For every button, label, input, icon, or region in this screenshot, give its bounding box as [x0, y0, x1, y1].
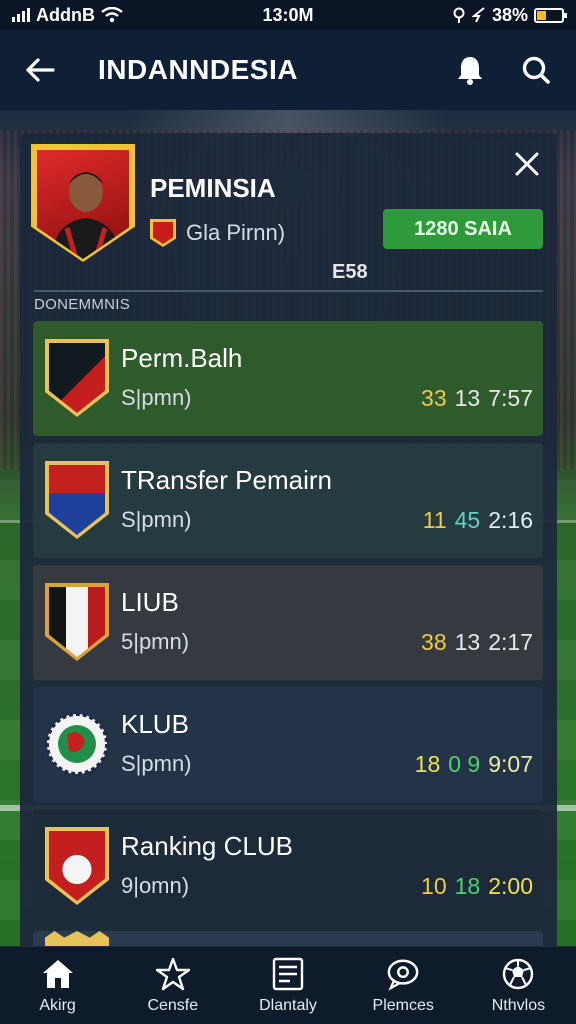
row-stats: 33 13 7:57 [421, 385, 533, 412]
club-crest-icon [45, 339, 109, 417]
stat-b: 13 [454, 629, 481, 655]
battery-percent: 38% [491, 4, 528, 25]
ball-icon [501, 957, 535, 991]
tab-home[interactable]: Akirg [0, 947, 115, 1024]
player-profile: PEMINSIA Gla Pirnn) 1280 SAIA E58 [31, 144, 543, 287]
tab-label: Akirg [39, 996, 76, 1014]
tab-label: Nthvlos [491, 996, 546, 1014]
data-arrow-icon [471, 7, 485, 23]
star-icon [155, 957, 190, 991]
row-stats: 11 45 2:16 [423, 507, 533, 534]
section-heading: DONEMMNIS [34, 296, 131, 313]
tab-star[interactable]: Censfe [115, 947, 230, 1024]
row-title: KLUB [121, 709, 189, 739]
stat-b: 45 [454, 507, 481, 533]
battery-icon [534, 7, 567, 23]
tab-label: Dlantaly [259, 996, 317, 1014]
stat-c: 9:07 [488, 751, 533, 777]
stat-a: 11 [422, 507, 447, 533]
search-button[interactable] [516, 50, 556, 90]
row-title: Perm.Balh [121, 343, 243, 373]
row-subtitle: 5|pmn) [121, 629, 190, 654]
row-subtitle: 9|omn) [121, 873, 190, 898]
row-stats: 18 0 9 9:07 [415, 751, 533, 778]
row-stats: 38 13 2:17 [421, 629, 533, 656]
search-icon [522, 56, 550, 84]
tab-card[interactable]: Dlantaly [230, 947, 345, 1024]
list-item[interactable]: LIUB 5|pmn) 38 13 2:17 [33, 565, 543, 680]
stat-c: 7:57 [488, 385, 533, 411]
stat-c: 2:17 [488, 629, 533, 655]
player-club: Gla Pirnn) [150, 219, 285, 247]
home-icon [41, 957, 75, 991]
row-subtitle: S|pmn) [121, 507, 192, 532]
arrow-left-icon [26, 58, 55, 82]
tab-chat[interactable]: Plemces [346, 947, 461, 1024]
stat-a: 18 [414, 751, 441, 777]
club-name: Gla Pirnn) [186, 220, 286, 245]
stat-b: 18 [454, 873, 481, 899]
page-title: INDANNDESIA [98, 54, 298, 85]
stat-c: 2:16 [488, 507, 533, 533]
tab-label: Censfe [147, 996, 199, 1014]
club-badge-icon [150, 219, 176, 247]
back-button[interactable] [20, 50, 60, 90]
wifi-icon [101, 7, 123, 23]
status-bar: AddnB 13:0M 38% [0, 0, 576, 30]
player-code: E58 [332, 261, 368, 283]
stat-b: 13 [454, 385, 481, 411]
list-item[interactable]: TRansfer Pemairn S|pmn) 11 45 2:16 [33, 443, 543, 558]
app-bar: INDANNDESIA [0, 30, 576, 110]
carrier-label: AddnB [36, 4, 95, 25]
chat-icon [386, 957, 420, 991]
clock: 13:0M [262, 4, 314, 25]
player-avatar [34, 147, 132, 259]
player-thumb-icon [45, 461, 109, 539]
close-icon [515, 152, 539, 176]
club-crest-icon [45, 583, 109, 661]
stat-b: 0 9 [448, 751, 481, 777]
player-name: PEMINSIA [150, 173, 276, 203]
row-title: TRansfer Pemairn [121, 465, 332, 495]
player-portrait [51, 172, 121, 259]
location-icon [453, 7, 465, 23]
stat-c: 2:00 [488, 873, 533, 899]
bottom-tab-bar: Akirg Censfe Dlantaly Plemces Nthvlos [0, 946, 576, 1024]
row-stats: 10 18 2:00 [421, 873, 533, 900]
divider [34, 290, 543, 292]
row-subtitle: S|pmn) [121, 385, 192, 410]
stat-a: 38 [421, 629, 447, 655]
list-item[interactable]: Ranking CLUB 9|omn) 10 18 2:00 [33, 809, 543, 924]
stat-a: 10 [421, 873, 447, 899]
list-item[interactable]: Perm.Balh S|pmn) 33 13 7:57 [33, 321, 543, 436]
bell-icon [458, 57, 482, 85]
player-panel: PEMINSIA Gla Pirnn) 1280 SAIA E58 DONEMM… [20, 133, 557, 953]
list-item[interactable]: KLUB S|pmn) 18 0 9 9:07 [33, 687, 543, 802]
row-title: Ranking CLUB [121, 831, 293, 861]
stat-a: 33 [421, 385, 447, 411]
row-title: LIUB [121, 587, 179, 617]
notifications-button[interactable] [450, 50, 490, 90]
card-icon [271, 957, 305, 991]
tab-ball[interactable]: Nthvlos [461, 947, 576, 1024]
club-crest-icon [45, 827, 109, 905]
market-value-button[interactable]: 1280 SAIA [383, 209, 543, 249]
close-button[interactable] [511, 151, 543, 183]
club-crest-icon [45, 705, 109, 783]
row-subtitle: S|pmn) [121, 751, 192, 776]
signal-icon [12, 8, 30, 22]
tab-label: Plemces [372, 996, 434, 1014]
